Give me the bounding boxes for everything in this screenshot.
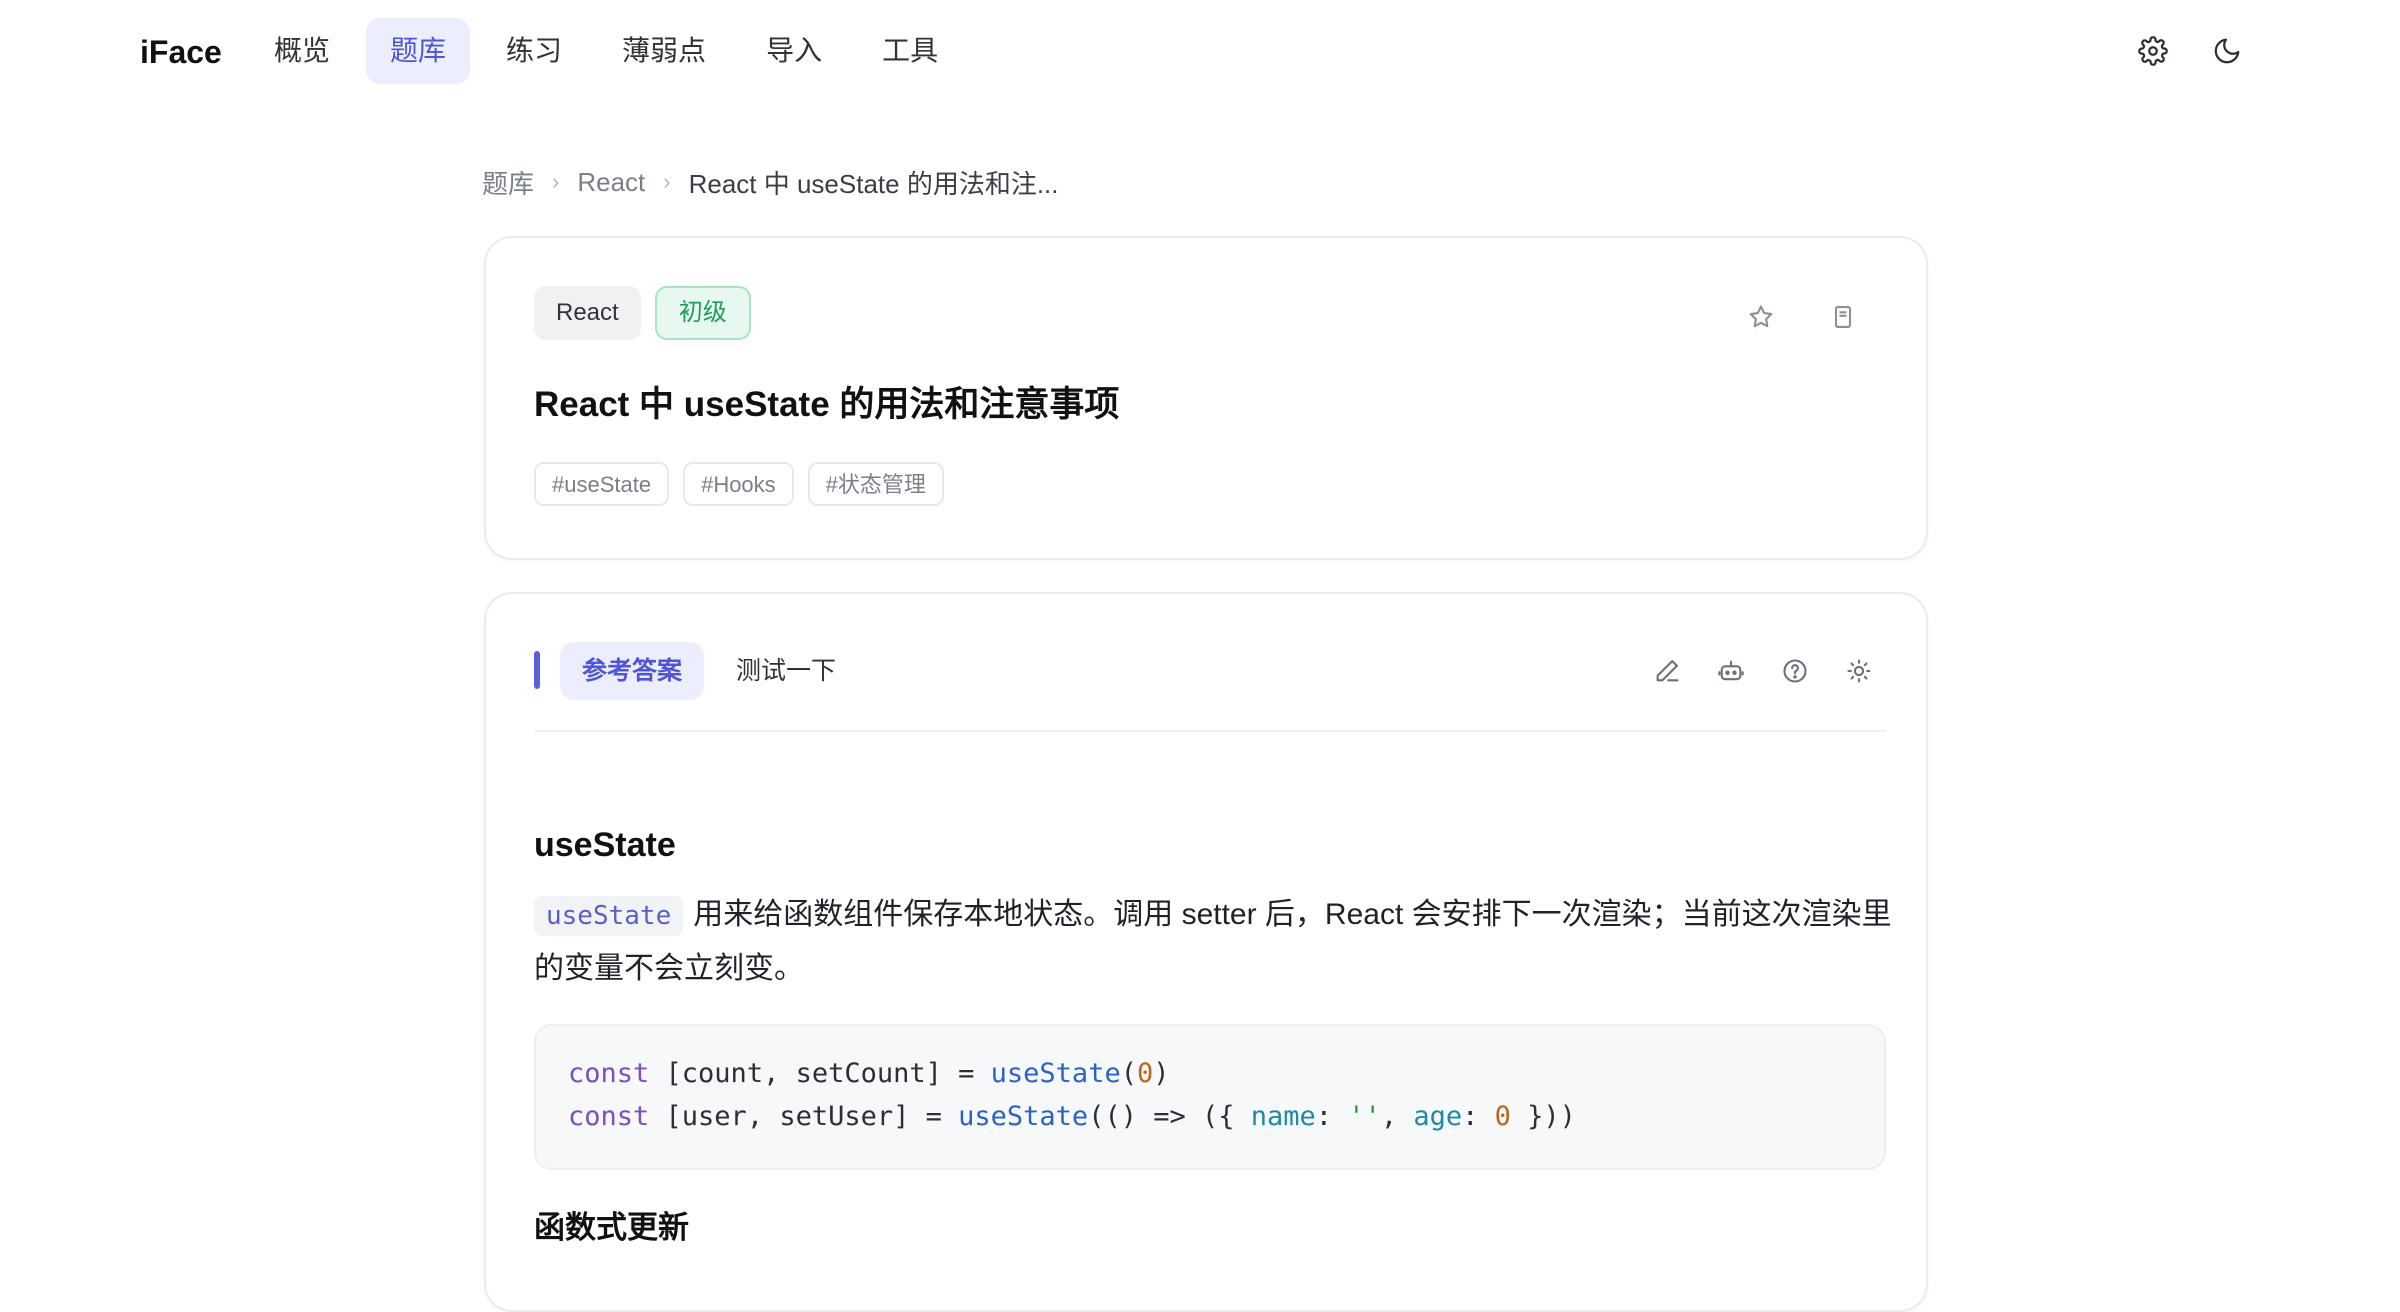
question-chips: React 初级	[534, 286, 751, 340]
breadcrumb: 题库 › React › React 中 useState 的用法和注...	[482, 160, 1059, 204]
answer-card: 参考答案 测试一下 useState useState 用来给函数组件保存本地状…	[484, 592, 1928, 1312]
tag-item[interactable]: #Hooks	[683, 462, 794, 506]
help-circle-icon[interactable]	[1772, 648, 1818, 694]
code-line: const [user, setUser] = useState(() => (…	[568, 1101, 1576, 1132]
tag-item[interactable]: #useState	[534, 462, 670, 506]
nav-item-question-bank[interactable]: 题库	[366, 18, 471, 84]
paragraph-text: 用来给函数组件保存本地状态。调用 setter 后，React 会安排下一次渲染…	[534, 898, 1892, 985]
chevron-right-icon: ›	[663, 169, 671, 194]
answer-tabs: 参考答案 测试一下	[560, 642, 858, 700]
nav-item-tools[interactable]: 工具	[858, 18, 962, 84]
question-title: React 中 useState 的用法和注意事项	[534, 385, 1120, 424]
tab-test[interactable]: 测试一下	[714, 642, 858, 700]
star-icon[interactable]	[1738, 294, 1784, 340]
pencil-icon[interactable]	[1644, 648, 1690, 694]
bookmark-icon[interactable]	[1820, 294, 1866, 340]
category-badge: React	[534, 286, 641, 340]
difficulty-badge: 初级	[654, 286, 751, 340]
moon-icon[interactable]	[2204, 28, 2250, 74]
breadcrumb-item-question-bank[interactable]: 题库	[482, 164, 534, 201]
nav-item-overview[interactable]: 概览	[250, 18, 354, 84]
accent-bar	[534, 651, 540, 689]
gear-icon[interactable]	[2130, 28, 2176, 74]
answer-subheading: 函数式更新	[534, 1210, 689, 1245]
nav-item-import[interactable]: 导入	[742, 18, 846, 84]
question-actions	[1738, 294, 1866, 340]
code-block: const [count, setCount] = useState(0) con…	[534, 1024, 1886, 1170]
inline-code: useState	[534, 896, 684, 936]
breadcrumb-item-category[interactable]: React	[577, 167, 645, 198]
question-tags: #useState #Hooks #状态管理	[534, 462, 944, 506]
question-header-card: React 初级 React 中 useState 的用法和注意事项 #useS…	[484, 236, 1928, 560]
code-line: const [count, setCount] = useState(0)	[568, 1058, 1170, 1089]
breadcrumb-item-current: React 中 useState 的用法和注...	[688, 168, 1059, 199]
nav-actions	[2130, 28, 2250, 74]
app-logo[interactable]: iFace	[140, 30, 222, 74]
tab-reference-answer[interactable]: 参考答案	[560, 642, 705, 700]
answer-paragraph: useState 用来给函数组件保存本地状态。调用 setter 后，React …	[534, 888, 1894, 996]
nav-item-practice[interactable]: 练习	[482, 18, 586, 84]
sun-icon[interactable]	[1836, 648, 1882, 694]
answer-toolbar: 参考答案 测试一下	[534, 642, 1886, 732]
top-navigation: iFace 概览 题库 练习 薄弱点 导入 工具	[0, 0, 2400, 104]
tag-item[interactable]: #状态管理	[807, 462, 944, 506]
nav-menu: 概览 题库 练习 薄弱点 导入 工具	[250, 18, 974, 84]
answer-actions	[1644, 648, 1882, 694]
answer-heading: useState	[534, 826, 676, 864]
chevron-right-icon: ›	[552, 169, 560, 194]
robot-icon[interactable]	[1708, 648, 1754, 694]
nav-item-weak-points[interactable]: 薄弱点	[598, 18, 730, 84]
